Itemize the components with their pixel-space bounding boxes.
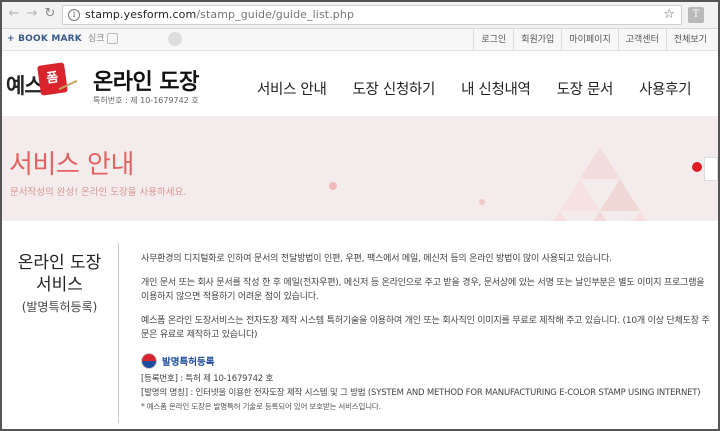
utility-links: 로그인 회원가입 마이페이지 고객센터 전체보기	[473, 29, 714, 51]
bookmark-star-icon[interactable]: ☆	[663, 7, 675, 22]
hero-banner: 서비스 안내 문서작성의 완성! 온라인 도장을 사용하세요.	[2, 117, 718, 221]
partner-emblem-icon	[168, 32, 182, 46]
partner-logo-sync[interactable]: 싱크	[88, 31, 118, 48]
section-heading: 온라인 도장 서비스 (발명특허등록)	[17, 253, 102, 314]
customer-center-link[interactable]: 고객센터	[617, 29, 666, 51]
nav-reviews[interactable]: 사용후기	[639, 78, 691, 99]
sync-icon	[106, 33, 118, 44]
decor-dot	[692, 162, 702, 172]
forward-arrow-icon[interactable]: →	[24, 6, 40, 22]
bookmark-link[interactable]: + BOOK MARK	[7, 34, 82, 44]
signup-link[interactable]: 회원가입	[513, 29, 561, 51]
patent-number: 특허번호 : 제 10-1679742 호	[93, 96, 199, 105]
reload-icon[interactable]: ↻	[42, 6, 58, 22]
hero-title: 서비스 안내	[9, 150, 134, 180]
hero-subtitle: 문서작성의 완성! 온라인 도장을 사용하세요.	[10, 187, 187, 198]
decor-triangle	[580, 147, 620, 179]
back-arrow-icon[interactable]: ←	[6, 6, 22, 22]
yesform-logo[interactable]: 예스 폼	[6, 62, 88, 100]
decor-dot	[479, 199, 485, 205]
decor-triangle	[540, 211, 580, 221]
info-icon[interactable]: i	[68, 9, 80, 21]
nav-my-requests[interactable]: 내 신청내역	[461, 78, 531, 99]
section-divider	[118, 243, 119, 423]
mypage-link[interactable]: 마이페이지	[561, 29, 617, 51]
taegeuk-emblem-icon	[141, 353, 157, 369]
patent-note: * 예스폼 온라인 도장은 발명특허 기술로 등록되어 있어 보호받는 서비스입…	[141, 402, 381, 411]
main-content: 온라인 도장 서비스 (발명특허등록) 사무환경의 디지털화로 인하여 문서의 …	[2, 221, 718, 429]
browser-toolbar: ← → ↻ i stamp.yesform.com/stamp_guide/gu…	[2, 2, 718, 29]
paragraph: 개인 문서 또는 회사 문서를 작성 한 후 메일(전자우편), 메신저 등 온…	[141, 278, 705, 302]
decor-triangle	[620, 211, 660, 221]
paragraph: 예스폼 온라인 도장서비스는 전자도장 제작 시스템 특허기술을 이용하여 개인…	[141, 316, 710, 340]
patent-badge: 발명특허등록	[141, 353, 214, 369]
partner-logo-2[interactable]	[168, 32, 185, 46]
main-nav: 서비스 안내 도장 신청하기 내 신청내역 도장 문서 사용후기	[257, 78, 717, 99]
extension-icon[interactable]: T	[688, 7, 704, 23]
invention-name: [발명의 명칭] : 인터넷을 이용한 전자도장 제작 시스템 및 그 방법 (…	[141, 387, 701, 398]
nav-service-guide[interactable]: 서비스 안내	[257, 78, 327, 99]
service-description: 사무환경의 디지털화로 인하여 문서의 전달방법이 인편, 우편, 팩스에서 메…	[141, 252, 711, 352]
view-all-link[interactable]: 전체보기	[665, 29, 714, 51]
decor-triangle	[580, 211, 620, 221]
decor-triangle	[600, 179, 640, 211]
address-bar[interactable]: i stamp.yesform.com/stamp_guide/guide_li…	[62, 5, 682, 25]
nav-stamp-apply[interactable]: 도장 신청하기	[353, 78, 436, 99]
decor-dot	[329, 182, 337, 190]
nav-stamp-documents[interactable]: 도장 문서	[557, 78, 614, 99]
side-scroll-tab[interactable]	[704, 157, 718, 181]
registration-number: [등록번호] : 특허 제 10-1679742 호	[141, 374, 274, 384]
utility-bar: + BOOK MARK 싱크 로그인 회원가입 마이페이지 고객센터 전체보기	[2, 29, 718, 51]
url-text[interactable]: stamp.yesform.com/stamp_guide/guide_list…	[85, 8, 354, 21]
paragraph: 사무환경의 디지털화로 인하여 문서의 전달방법이 인편, 우편, 팩스에서 메…	[141, 254, 612, 264]
patent-info: [등록번호] : 특허 제 10-1679742 호 [발명의 명칭] : 인터…	[141, 373, 711, 414]
decor-triangle	[560, 179, 600, 211]
login-link[interactable]: 로그인	[473, 29, 513, 51]
site-header: 예스 폼 온라인 도장 특허번호 : 제 10-1679742 호 서비스 안내…	[2, 51, 718, 117]
service-title[interactable]: 온라인 도장	[93, 64, 199, 96]
browser-window: ← → ↻ i stamp.yesform.com/stamp_guide/gu…	[0, 0, 720, 431]
